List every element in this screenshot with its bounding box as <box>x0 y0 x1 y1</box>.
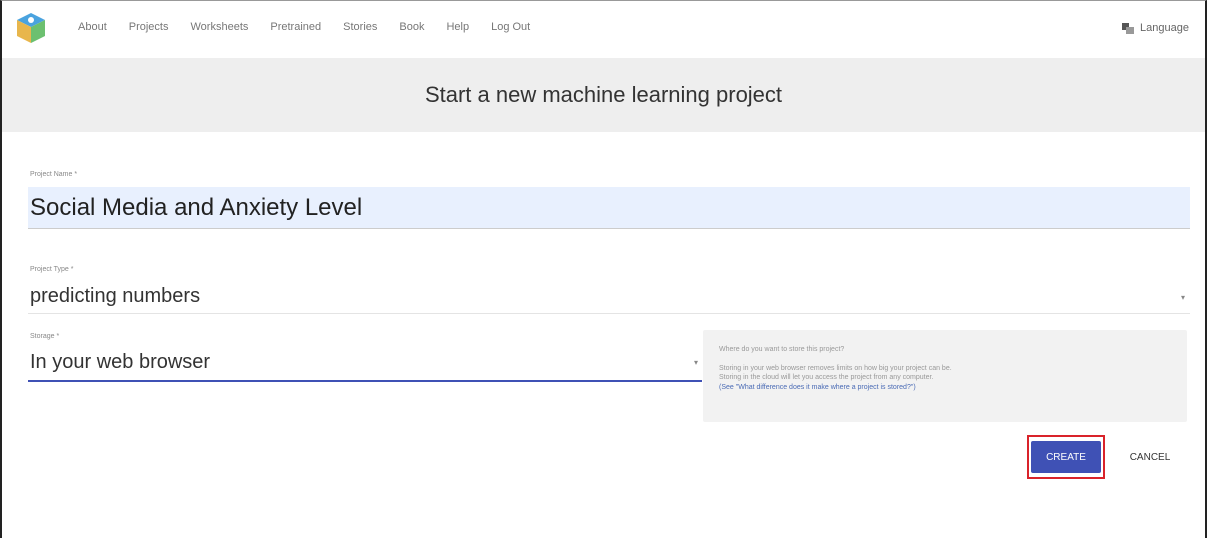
project-type-label: Project Type * <box>30 266 74 273</box>
storage-info-question: Where do you want to store this project? <box>719 346 845 353</box>
language-label: Language <box>1140 22 1189 34</box>
nav-pretrained[interactable]: Pretrained <box>270 21 321 33</box>
nav-book[interactable]: Book <box>399 21 424 33</box>
storage-value: In your web browser <box>30 351 211 373</box>
project-name-input[interactable]: Social Media and Anxiety Level <box>28 187 1190 229</box>
project-type-value: predicting numbers <box>30 285 201 307</box>
nav-menu: About Projects Worksheets Pretrained Sto… <box>78 21 552 33</box>
create-button[interactable]: CREATE <box>1031 441 1101 473</box>
cancel-button[interactable]: CANCEL <box>1122 441 1178 473</box>
page-header: Start a new machine learning project <box>2 58 1205 132</box>
storage-info-line1: Storing in your web browser removes limi… <box>719 364 952 372</box>
translate-icon <box>1122 22 1135 34</box>
storage-info-link[interactable]: (See "What difference does it make where… <box>719 383 1171 393</box>
chevron-down-icon: ▾ <box>1181 293 1186 302</box>
nav-about[interactable]: About <box>78 21 107 33</box>
nav-stories[interactable]: Stories <box>343 21 377 33</box>
nav-logout[interactable]: Log Out <box>491 21 530 33</box>
storage-select[interactable]: In your web browser ▾ <box>28 346 702 382</box>
chevron-down-icon: ▾ <box>694 358 699 367</box>
storage-label: Storage * <box>30 333 60 340</box>
nav-worksheets[interactable]: Worksheets <box>191 21 249 33</box>
nav-projects[interactable]: Projects <box>129 21 169 33</box>
storage-info-line2: Storing in the cloud will let you access… <box>719 374 934 381</box>
storage-info-panel: Where do you want to store this project?… <box>703 330 1187 422</box>
project-name-label: Project Name * <box>30 171 78 178</box>
project-type-select[interactable]: predicting numbers ▾ <box>28 280 1190 314</box>
top-navbar: About Projects Worksheets Pretrained Sto… <box>2 1 1205 58</box>
project-name-value: Social Media and Anxiety Level <box>30 194 363 221</box>
page-title: Start a new machine learning project <box>424 82 783 107</box>
ml-cube-logo-icon[interactable] <box>14 11 48 45</box>
language-menu[interactable]: Language <box>1122 22 1189 34</box>
nav-help[interactable]: Help <box>446 21 469 33</box>
